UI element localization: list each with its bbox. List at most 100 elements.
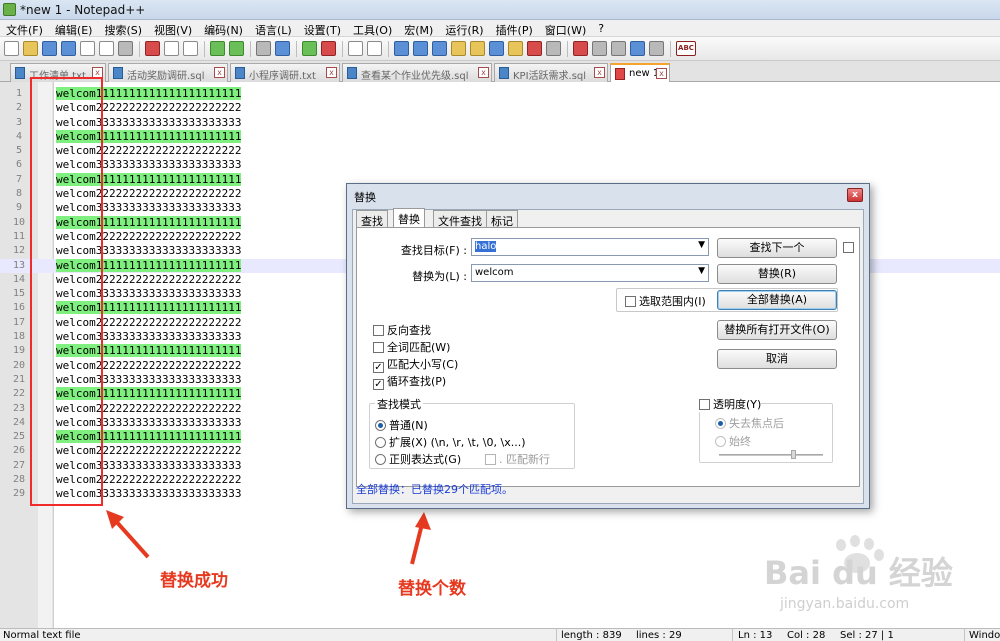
document-list-icon[interactable] (546, 41, 561, 56)
save-icon[interactable] (42, 41, 57, 56)
menu-encoding[interactable]: 编码(N) (198, 20, 249, 37)
close-icon[interactable]: x (478, 67, 489, 78)
close-file-icon[interactable] (80, 41, 95, 56)
cancel-button[interactable]: 取消 (717, 349, 837, 369)
chevron-down-icon[interactable]: ▼ (698, 240, 705, 250)
code-line[interactable]: 1 welcom1111111111111111111111 (0, 87, 1000, 101)
menu-run[interactable]: 运行(R) (439, 20, 489, 37)
line-suffix: 2222222222222222222222 (95, 473, 242, 487)
save-all-icon[interactable] (61, 41, 76, 56)
code-line[interactable]: 4 welcom1111111111111111111111 (0, 129, 1000, 144)
menu-tools[interactable]: 工具(O) (347, 20, 398, 37)
match-case-checkbox[interactable]: ✓ 匹配大小写(C) (373, 356, 458, 373)
indent-guide-icon[interactable] (432, 41, 447, 56)
replace-input-value[interactable]: welcom (475, 267, 513, 278)
tab-new-1[interactable]: new 1 x (610, 63, 670, 83)
zoom-in-icon[interactable] (302, 41, 317, 56)
redo-icon[interactable] (229, 41, 244, 56)
print-icon[interactable] (118, 41, 133, 56)
replace-button[interactable]: 替换(R) (717, 264, 837, 284)
whole-word-checkbox[interactable]: 全词匹配(W) (373, 339, 450, 355)
monitoring-icon[interactable] (527, 41, 542, 56)
close-all-icon[interactable] (99, 41, 114, 56)
always-radio[interactable]: 始终 (715, 433, 751, 449)
replace-all-open-files-button[interactable]: 替换所有打开文件(O) (717, 320, 837, 340)
language-icon[interactable] (451, 41, 466, 56)
transparency-slider-thumb[interactable] (791, 450, 796, 459)
tab-mini-program[interactable]: 小程序调研.txt x (230, 63, 340, 82)
word-wrap-icon[interactable] (394, 41, 409, 56)
save-macro-icon[interactable] (649, 41, 664, 56)
on-lose-focus-radio[interactable]: 失去焦点后 (715, 415, 784, 431)
sync-horizontal-icon[interactable] (367, 41, 382, 56)
tab-find-in-files[interactable]: 文件查找 (433, 210, 487, 228)
copy-icon[interactable] (164, 41, 179, 56)
tab-activity-reward[interactable]: 活动奖励调研.sql x (108, 63, 228, 82)
tab-kpi-active[interactable]: KPI活跃需求.sql x (494, 63, 608, 82)
record-macro-icon[interactable] (573, 41, 588, 56)
close-icon[interactable]: x (594, 67, 605, 78)
menu-macro[interactable]: 宏(M) (398, 20, 439, 37)
show-all-chars-icon[interactable] (413, 41, 428, 56)
backward-checkbox[interactable]: 反向查找 (373, 322, 431, 338)
dot-matches-newline-checkbox[interactable]: . 匹配新行 (485, 451, 550, 467)
code-line[interactable]: 5 welcom2222222222222222222222 (0, 144, 1000, 158)
doc-map-icon[interactable] (470, 41, 485, 56)
transparency-toggle-checkbox[interactable] (843, 241, 857, 254)
find-next-button[interactable]: 查找下一个 (717, 238, 837, 258)
toolbar-separator (296, 41, 297, 57)
close-icon[interactable]: x (656, 68, 667, 79)
menu-file[interactable]: 文件(F) (0, 20, 49, 37)
menu-help[interactable]: ? (592, 20, 610, 36)
tab-find[interactable]: 查找 (356, 210, 388, 228)
tab-replace[interactable]: 替换 (393, 208, 425, 228)
tab-mark[interactable]: 标记 (486, 210, 518, 228)
new-file-icon[interactable] (4, 41, 19, 56)
chevron-down-icon[interactable]: ▼ (698, 266, 705, 276)
cut-icon[interactable] (145, 41, 160, 56)
dialog-title-bar[interactable]: 替换 x (347, 184, 869, 206)
line-suffix: 2222222222222222222222 (95, 358, 242, 372)
tab-job-priority[interactable]: 查看某个作业优先级.sql x (342, 63, 492, 82)
stop-macro-icon[interactable] (592, 41, 607, 56)
find-label: 查找目标(F) : (400, 244, 467, 257)
in-selection-checkbox[interactable]: 选取范围内(I) (625, 293, 706, 309)
function-list-icon[interactable] (489, 41, 504, 56)
wrap-around-checkbox[interactable]: ✓ 循环查找(P) (373, 373, 446, 390)
replace-icon[interactable] (275, 41, 290, 56)
close-icon[interactable]: x (847, 188, 863, 202)
menu-plugins[interactable]: 插件(P) (490, 20, 539, 37)
sync-vertical-icon[interactable] (348, 41, 363, 56)
replace-all-button[interactable]: 全部替换(A) (717, 290, 837, 310)
folder-workspace-icon[interactable] (508, 41, 523, 56)
close-icon[interactable]: x (326, 67, 337, 78)
spellcheck-icon[interactable]: ABC (676, 41, 696, 56)
find-icon[interactable] (256, 41, 271, 56)
find-combobox[interactable]: halo ▼ (471, 238, 709, 256)
transparency-checkbox[interactable]: 透明度(Y) (699, 396, 762, 412)
code-line[interactable]: 6 welcom3333333333333333333333 (0, 158, 1000, 172)
menu-settings[interactable]: 设置(T) (298, 20, 347, 37)
menu-window[interactable]: 窗口(W) (539, 20, 592, 37)
menu-search[interactable]: 搜索(S) (98, 20, 148, 37)
transparency-slider-track[interactable] (719, 454, 823, 456)
find-input-value[interactable]: halo (475, 241, 497, 252)
code-line[interactable]: 2 welcom2222222222222222222222 (0, 101, 1000, 115)
regex-mode-radio[interactable]: 正则表达式(G) (375, 451, 461, 467)
menu-language[interactable]: 语言(L) (249, 20, 298, 37)
zoom-out-icon[interactable] (321, 41, 336, 56)
menu-view[interactable]: 视图(V) (148, 20, 198, 37)
replace-combobox[interactable]: welcom ▼ (471, 264, 709, 282)
close-icon[interactable]: x (214, 67, 225, 78)
match-case-label: 匹配大小写(C) (387, 358, 459, 371)
code-line[interactable]: 3 welcom3333333333333333333333 (0, 116, 1000, 130)
run-macro-multiple-icon[interactable] (630, 41, 645, 56)
open-file-icon[interactable] (23, 41, 38, 56)
paste-icon[interactable] (183, 41, 198, 56)
toolbar-separator (388, 41, 389, 57)
extended-mode-radio[interactable]: 扩展(X) (\n, \r, \t, \0, \x...) (375, 434, 526, 450)
menu-edit[interactable]: 编辑(E) (49, 20, 99, 37)
play-macro-icon[interactable] (611, 41, 626, 56)
undo-icon[interactable] (210, 41, 225, 56)
normal-mode-radio[interactable]: 普通(N) (375, 417, 428, 433)
